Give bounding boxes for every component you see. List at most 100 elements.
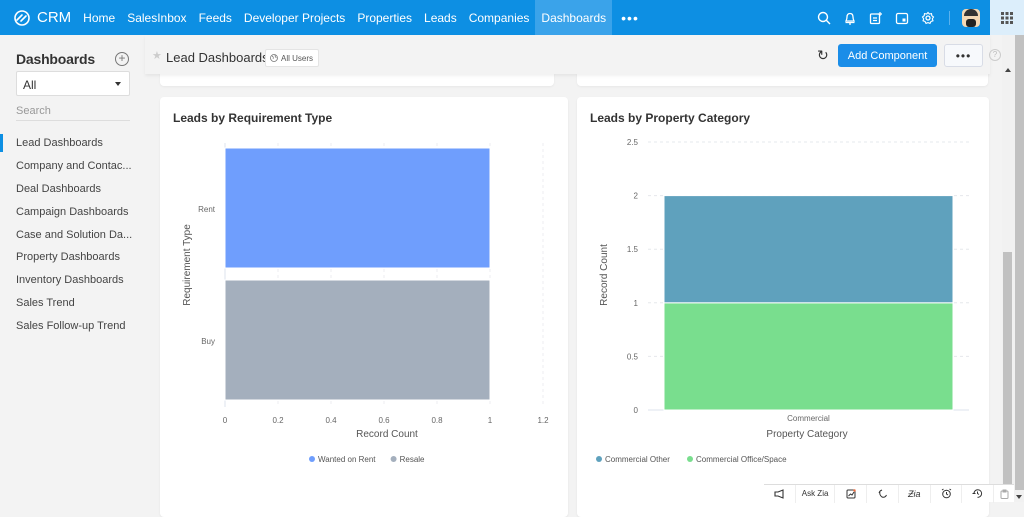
page-title: Lead Dashboards xyxy=(166,50,269,65)
sidebar-title: Dashboards xyxy=(16,51,95,67)
legend-label: Commercial Other xyxy=(605,455,670,464)
legend-label: Wanted on Rent xyxy=(318,455,376,464)
add-component-button[interactable]: Add Component xyxy=(838,44,937,67)
filter-value: All xyxy=(23,78,37,92)
y-tick-label: 2 xyxy=(634,192,639,201)
search-icon[interactable] xyxy=(811,0,837,35)
legend-marker xyxy=(309,456,315,462)
sidebar-item-case-solution[interactable]: Case and Solution Da... xyxy=(0,223,145,246)
toolbar-divider xyxy=(949,10,950,25)
more-tabs-button[interactable]: ••• xyxy=(612,0,648,35)
apps-grid-icon xyxy=(1001,11,1013,24)
tab-dashboards[interactable]: Dashboards xyxy=(535,0,613,35)
add-dashboard-button[interactable]: + xyxy=(115,52,129,66)
dashboard-filter-select[interactable]: All xyxy=(16,71,130,96)
dashboard-list: Lead Dashboards Company and Contac... De… xyxy=(0,132,145,337)
tab-properties[interactable]: Properties xyxy=(351,0,418,35)
y-tick-label: Buy xyxy=(201,337,215,346)
x-tick-label: 1.2 xyxy=(537,416,549,425)
sidebar-item-property-dashboards[interactable]: Property Dashboards xyxy=(0,246,145,269)
top-nav-bar: CRM Home SalesInbox Feeds Developer Proj… xyxy=(0,0,1024,35)
favorite-star-icon[interactable]: ★ xyxy=(152,49,162,62)
x-axis-label: Property Category xyxy=(766,429,847,440)
x-tick-label: 0 xyxy=(223,416,228,425)
announce-icon[interactable] xyxy=(764,484,796,503)
property-category-chart: 0 0.5 1 1.5 2 2.5 Commercial Record Count Pro… xyxy=(596,138,969,464)
dashboard-header: ★ Lead Dashboards All Users ↻ Add Compon… xyxy=(145,35,1001,74)
sidebar-item-company-contact[interactable]: Company and Contac... xyxy=(0,155,145,178)
more-options-button[interactable]: ••• xyxy=(944,44,983,67)
sidebar-item-sales-trend[interactable]: Sales Trend xyxy=(0,292,145,315)
tab-salesinbox[interactable]: SalesInbox xyxy=(121,0,192,35)
ask-zia-button[interactable]: Ask Zia xyxy=(796,484,836,503)
tab-companies[interactable]: Companies xyxy=(463,0,536,35)
sidebar-item-campaign-dashboards[interactable]: Campaign Dashboards xyxy=(0,200,145,223)
page-scrollbar-thumb[interactable] xyxy=(1015,35,1024,490)
crm-logo-icon xyxy=(14,9,30,26)
x-tick-label: Commercial xyxy=(787,414,830,423)
zia-icon[interactable]: Ƶia xyxy=(899,484,931,503)
scroll-up-arrow[interactable] xyxy=(1005,68,1011,72)
dashboard-main: ★ Lead Dashboards All Users ↻ Add Compon… xyxy=(145,35,1001,517)
bar-resale xyxy=(224,279,491,401)
scroll-down-arrow[interactable] xyxy=(1016,495,1022,499)
tab-home[interactable]: Home xyxy=(77,0,121,35)
bar-wanted-on-rent xyxy=(224,147,491,269)
toolbar-icons xyxy=(811,0,984,35)
visibility-badge[interactable]: All Users xyxy=(265,49,320,67)
crm-logo[interactable]: CRM xyxy=(12,9,71,26)
module-tabs: Home SalesInbox Feeds Developer Projects… xyxy=(77,0,648,35)
globe-icon xyxy=(270,54,278,62)
sidebar-item-lead-dashboards[interactable]: Lead Dashboards xyxy=(0,132,145,155)
sidebar-item-sales-followup-trend[interactable]: Sales Follow-up Trend xyxy=(0,314,145,337)
user-profile-button[interactable] xyxy=(958,0,984,35)
content-scrollbar-thumb[interactable] xyxy=(1003,252,1012,485)
x-tick-label: 0.8 xyxy=(431,416,443,425)
apps-grid-button[interactable] xyxy=(990,0,1024,35)
legend-label: Commercial Office/Space xyxy=(696,455,787,464)
y-tick-label: Rent xyxy=(198,205,216,214)
notes-icon[interactable] xyxy=(994,485,1014,503)
y-axis-label: Record Count xyxy=(599,244,610,306)
bottom-utility-bar: Ask Zia Ƶia xyxy=(764,484,1014,503)
x-tick-label: 1 xyxy=(488,416,493,425)
x-axis-label: Record Count xyxy=(356,429,418,440)
sidebar-item-deal-dashboards[interactable]: Deal Dashboards xyxy=(0,178,145,201)
chart-card-requirement-type: Leads by Requirement Type 0 0.2 0.4 0.6 0.8 1… xyxy=(160,97,568,517)
pin-icon[interactable] xyxy=(867,484,899,503)
dashboard-search-input[interactable]: Search xyxy=(16,105,130,121)
y-tick-label: 1 xyxy=(634,299,639,308)
x-tick-label: 0.6 xyxy=(378,416,390,425)
x-tick-label: 0.4 xyxy=(325,416,337,425)
card-stub-left xyxy=(160,73,554,86)
tab-feeds[interactable]: Feeds xyxy=(193,0,238,35)
y-tick-label: 0 xyxy=(634,406,639,415)
legend-label: Resale xyxy=(400,455,425,464)
legend-marker xyxy=(390,456,397,462)
requirement-type-chart: 0 0.2 0.4 0.6 0.8 1 1.2 Rent Buy Requirement Ty… xyxy=(182,143,549,464)
bell-icon[interactable] xyxy=(837,0,863,35)
history-icon[interactable] xyxy=(962,484,995,503)
app-name: CRM xyxy=(37,9,72,26)
x-tick-label: 0.2 xyxy=(272,416,284,425)
calendar-icon[interactable] xyxy=(889,0,915,35)
avatar xyxy=(962,8,980,27)
y-axis-label: Requirement Type xyxy=(182,224,193,306)
tab-developer-projects[interactable]: Developer Projects xyxy=(238,0,351,35)
tab-leads[interactable]: Leads xyxy=(418,0,463,35)
alarm-icon[interactable] xyxy=(931,484,963,503)
help-icon[interactable]: ? xyxy=(989,49,1001,61)
chart-card-property-category: Leads by Property Category 0 0.5 1 1.5 2 2.5 … xyxy=(577,97,989,517)
dashboards-sidebar: Dashboards + All Search Lead Dashboards … xyxy=(0,35,145,502)
gear-icon[interactable] xyxy=(915,0,941,35)
y-tick-label: 0.5 xyxy=(627,352,639,361)
bar-commercial-office-space xyxy=(663,302,954,411)
bar-commercial-other xyxy=(663,195,954,304)
add-note-icon[interactable] xyxy=(863,0,889,35)
chart-icon[interactable] xyxy=(835,484,868,503)
legend-marker xyxy=(687,456,693,462)
refresh-icon[interactable]: ↻ xyxy=(817,47,829,64)
visibility-label: All Users xyxy=(281,53,314,63)
caret-down-icon xyxy=(115,82,121,86)
sidebar-item-inventory-dashboards[interactable]: Inventory Dashboards xyxy=(0,269,145,292)
